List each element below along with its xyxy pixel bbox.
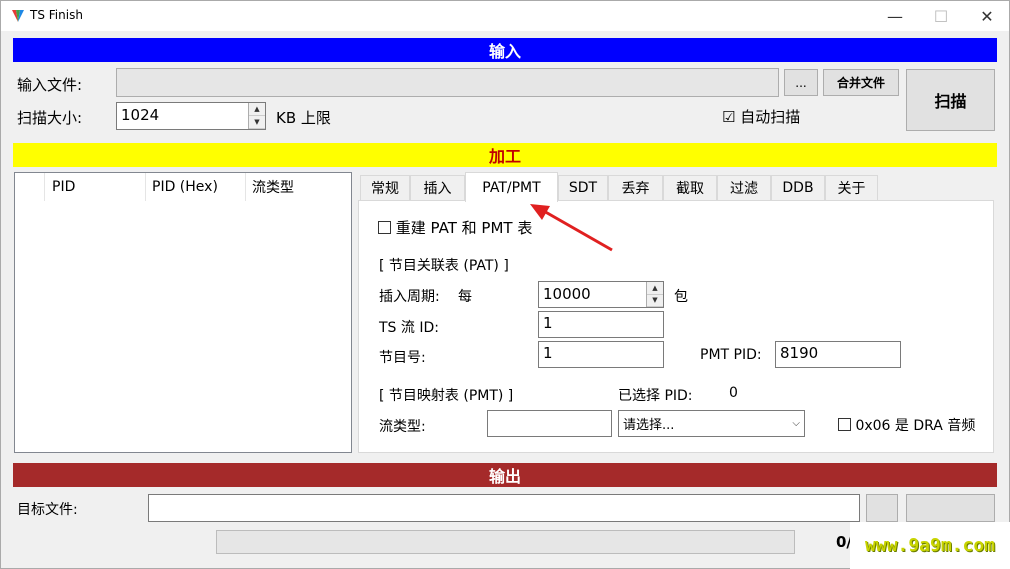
title-bar	[1, 1, 1009, 31]
scan-size-value[interactable]: 1024	[117, 103, 248, 129]
spin-down-icon[interactable]: ▼	[249, 116, 265, 129]
ts-id-field[interactable]: 1	[538, 311, 664, 338]
progress-bar	[216, 530, 795, 554]
tab-insert[interactable]: 插入	[410, 175, 465, 201]
target-file-field[interactable]	[148, 494, 860, 522]
column-header-stream-type[interactable]: 流类型	[246, 173, 326, 201]
annotation-arrow-icon	[530, 204, 613, 252]
start-button[interactable]	[906, 494, 995, 522]
target-browse-button[interactable]	[866, 494, 898, 522]
input-file-label: 输入文件:	[17, 76, 83, 94]
program-number-label: 节目号:	[379, 350, 426, 366]
minimize-button[interactable]: —	[872, 1, 918, 31]
dra-audio-label: 0x06 是 DRA 音频	[855, 418, 976, 434]
spin-up-icon[interactable]: ▲	[647, 282, 663, 295]
pat-group-label: [ 节目关联表 (PAT) ]	[379, 258, 509, 274]
chevron-down-icon[interactable]: ⌵	[792, 418, 800, 429]
watermark: www.9a9m.com	[850, 522, 1010, 569]
ts-id-label: TS 流 ID:	[379, 320, 439, 336]
close-button[interactable]: ✕	[964, 1, 1010, 31]
stream-type-select[interactable]: 请选择... ⌵	[618, 410, 805, 437]
output-section-header: 输出	[13, 463, 997, 487]
auto-scan-label: 自动扫描	[740, 108, 801, 126]
merge-files-button[interactable]: 合并文件	[823, 69, 899, 96]
tab-about[interactable]: 关于	[825, 175, 878, 201]
selected-pid-label: 已选择 PID:	[618, 388, 693, 404]
tab-cut[interactable]: 截取	[663, 175, 717, 201]
insert-period-label: 插入周期:	[379, 289, 440, 305]
scan-size-label: 扫描大小:	[17, 109, 83, 127]
pid-list[interactable]: PID PID (Hex) 流类型	[14, 172, 352, 453]
insert-period-spinner[interactable]: 10000 ▲ ▼	[538, 281, 664, 308]
checkbox-unchecked-icon[interactable]	[838, 418, 851, 431]
column-header-blank[interactable]	[15, 173, 45, 201]
insert-period-value[interactable]: 10000	[539, 282, 646, 307]
process-section-header: 加工	[13, 143, 997, 167]
pmt-group-label: [ 节目映射表 (PMT) ]	[379, 388, 514, 404]
stream-select-value[interactable]: 请选择...	[623, 414, 792, 433]
dra-audio-checkbox[interactable]: 0x06 是 DRA 音频	[838, 415, 975, 435]
auto-scan-checkbox[interactable]: ☑ 自动扫描	[722, 106, 800, 127]
pmt-pid-field[interactable]: 8190	[775, 341, 901, 368]
tab-filter[interactable]: 过滤	[717, 175, 771, 201]
spin-down-icon[interactable]: ▼	[647, 294, 663, 307]
kb-limit-label: KB 上限	[276, 109, 331, 127]
browse-button[interactable]: ...	[784, 69, 818, 96]
scan-size-spinner[interactable]: 1024 ▲ ▼	[116, 102, 266, 130]
program-number-field[interactable]: 1	[538, 341, 664, 368]
packet-label: 包	[674, 289, 688, 305]
column-header-pid[interactable]: PID	[46, 173, 146, 201]
every-label: 每	[458, 289, 472, 305]
input-file-field[interactable]	[116, 68, 779, 97]
rebuild-pat-pmt-checkbox[interactable]: 重建 PAT 和 PMT 表	[378, 217, 532, 238]
tab-general[interactable]: 常规	[360, 175, 410, 201]
checkbox-unchecked-icon[interactable]	[378, 221, 391, 234]
spin-up-icon[interactable]: ▲	[249, 103, 265, 116]
selected-pid-value: 0	[729, 385, 738, 401]
checkbox-checked-icon[interactable]: ☑	[722, 108, 735, 126]
stream-type-field[interactable]	[487, 410, 612, 437]
pmt-pid-label: PMT PID:	[700, 347, 762, 363]
stream-type-label: 流类型:	[379, 419, 426, 435]
column-header-pid-hex[interactable]: PID (Hex)	[146, 173, 246, 201]
rebuild-pat-pmt-label: 重建 PAT 和 PMT 表	[395, 219, 533, 237]
maximize-button[interactable]: ☐	[918, 1, 964, 31]
app-icon	[12, 10, 24, 22]
input-section-header: 输入	[13, 38, 997, 62]
scan-button[interactable]: 扫描	[906, 69, 995, 131]
window-title: TS Finish	[30, 8, 83, 22]
tab-ddb[interactable]: DDB	[771, 175, 825, 201]
target-file-label: 目标文件:	[17, 502, 78, 518]
